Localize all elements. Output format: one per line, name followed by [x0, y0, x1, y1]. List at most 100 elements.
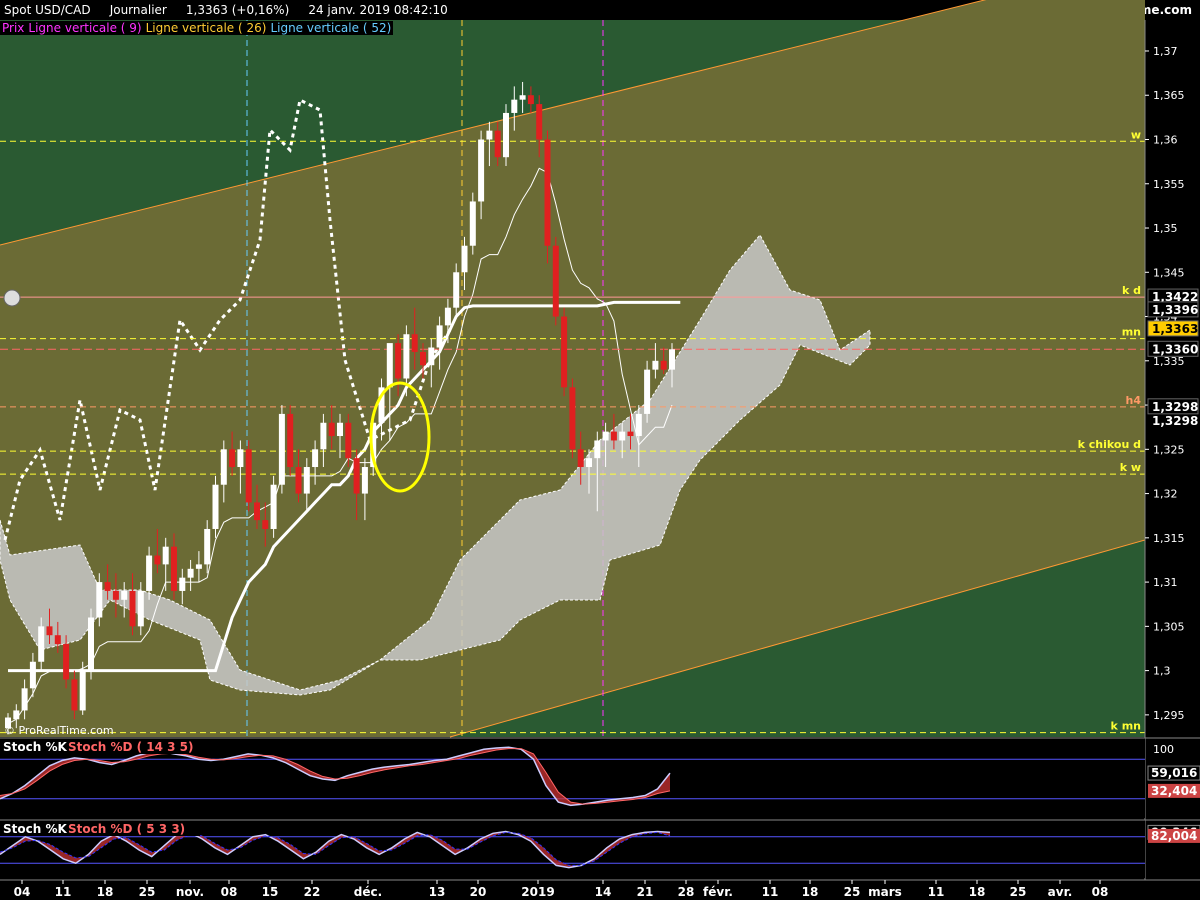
candle-body	[594, 440, 601, 459]
stoch-k-label: Stoch %K	[3, 822, 67, 836]
candle-body	[561, 316, 568, 388]
candle-body	[569, 387, 576, 450]
hline-label-w: w	[1131, 128, 1141, 141]
time-tick-label: 20	[470, 885, 487, 899]
candle-body	[644, 369, 651, 414]
time-tick-label: 04	[14, 885, 31, 899]
hline-label-mn: mn	[1122, 326, 1141, 339]
candle-body	[112, 590, 119, 600]
time-tick-label: 18	[802, 885, 819, 899]
candle-body	[312, 449, 319, 468]
candle-body	[602, 431, 609, 441]
candle-body	[610, 431, 617, 441]
candle-body	[21, 688, 28, 711]
legend-line-52[interactable]: Ligne verticale ( 52)	[268, 21, 394, 35]
candle-body	[79, 670, 86, 711]
time-tick-label: mars	[868, 885, 902, 899]
candle-body	[627, 431, 634, 437]
candle-body	[46, 626, 53, 636]
candle-body	[237, 449, 244, 468]
time-tick-label: 14	[595, 885, 612, 899]
price-tick-label: 1,355	[1153, 178, 1185, 191]
price-label: 1,3298	[1152, 400, 1198, 414]
alert-icon	[3, 289, 21, 307]
stoch-d-label: Stoch %D ( 14 3 5)	[68, 740, 194, 754]
time-tick-label: 22	[304, 885, 321, 899]
candle-body	[345, 422, 352, 459]
legend-price[interactable]: Prix	[0, 21, 27, 35]
price-tick-label: 1,3	[1153, 665, 1171, 678]
candle-body	[511, 99, 518, 113]
candle-body	[619, 431, 626, 441]
hline-label-k-d: k d	[1122, 284, 1141, 297]
price-tick-label: 1,365	[1153, 89, 1185, 102]
watermark: © ProRealTime.com	[4, 724, 114, 737]
chart-canvas[interactable]: w k d mn h4 k chikou d k w k mn © ProRealTime.c…	[0, 0, 1200, 900]
candle-body	[586, 458, 592, 468]
candle-body	[88, 617, 94, 671]
price-tick-label: 1,315	[1153, 532, 1185, 545]
candle-body	[411, 334, 418, 352]
candle-body	[469, 201, 476, 246]
candle-body	[403, 334, 410, 379]
candle-body	[461, 245, 468, 273]
candle-body	[428, 347, 435, 366]
price-tick-label: 1,305	[1153, 620, 1185, 633]
time-tick-label: févr.	[703, 885, 733, 899]
candle-body	[420, 351, 426, 366]
candle-body	[478, 139, 485, 202]
candle-body	[146, 555, 153, 591]
time-tick-label: 21	[637, 885, 654, 899]
candle-body	[527, 95, 534, 105]
candle-body	[54, 635, 61, 645]
time-tick-label: 13	[429, 885, 446, 899]
time-tick-label: 18	[97, 885, 114, 899]
time-tick-label: avr.	[1048, 885, 1073, 899]
time-tick-label: nov.	[176, 885, 204, 899]
candle-body	[121, 590, 128, 600]
candle-body	[361, 467, 368, 494]
stoch-k-value: 59,016	[1151, 766, 1197, 780]
time-tick-label: 08	[221, 885, 238, 899]
candle-body	[519, 95, 526, 100]
time-tick-label: 25	[1010, 885, 1027, 899]
candle-body	[328, 422, 335, 437]
price-tick-label: 1,37	[1153, 45, 1178, 58]
time-tick-label: 25	[139, 885, 156, 899]
candle-body	[652, 360, 659, 370]
indicator-legend: Prix Ligne verticale ( 9) Ligne verticale …	[0, 20, 394, 36]
candle-body	[71, 679, 78, 711]
stoch-k-label: Stoch %K	[3, 740, 67, 754]
candle-body	[353, 458, 360, 494]
stoch-d-label: Stoch %D ( 5 3 3)	[68, 822, 185, 836]
candle-body	[444, 307, 451, 326]
candle-body	[29, 661, 36, 689]
candle-body	[262, 520, 269, 529]
candle-body	[635, 413, 642, 437]
time-tick-label: 2019	[521, 885, 554, 899]
candle-body	[179, 577, 186, 591]
candle-body	[386, 343, 393, 388]
candle-body	[220, 449, 227, 485]
candle-body	[38, 626, 45, 662]
price-label: 1,3363	[1152, 322, 1198, 336]
candle-body	[295, 467, 302, 494]
legend-line-9[interactable]: Ligne verticale ( 9)	[26, 21, 144, 35]
price-tick-label: 1,325	[1153, 443, 1185, 456]
candle-body	[552, 245, 559, 317]
candle-body	[660, 360, 667, 370]
price-label: 1,3396	[1152, 303, 1198, 317]
candle-body	[229, 449, 236, 468]
candle-body	[96, 582, 103, 618]
candle-body	[577, 449, 584, 468]
legend-line-26[interactable]: Ligne verticale ( 26)	[143, 21, 269, 35]
price-tick-label: 1,35	[1153, 222, 1178, 235]
hline-label-k-w: k w	[1120, 461, 1141, 474]
candle-body	[536, 104, 543, 140]
candle-body	[137, 590, 144, 627]
candle-body	[287, 413, 294, 468]
candle-body	[245, 449, 252, 503]
hline-label-k-mn: k mn	[1111, 720, 1141, 733]
candle-body	[278, 413, 285, 485]
hline-label-h4: h4	[1126, 394, 1142, 407]
